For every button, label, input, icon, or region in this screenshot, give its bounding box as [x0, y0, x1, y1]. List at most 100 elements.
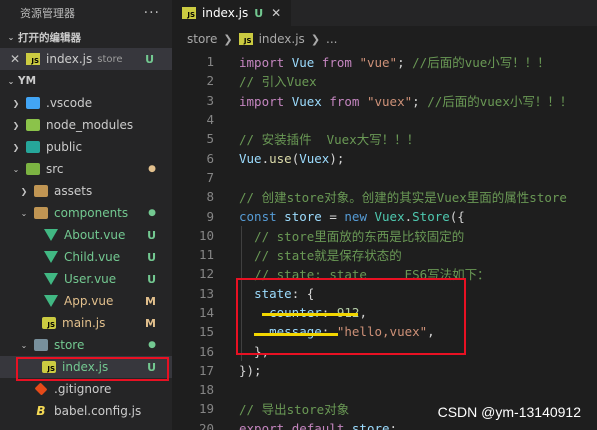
more-actions-icon[interactable]: ··· [144, 5, 160, 21]
code-line: 7 [172, 168, 597, 187]
code-token: Vue [239, 150, 262, 166]
tree-item-assets[interactable]: ❯ assets [0, 180, 172, 202]
code-token: }, [239, 343, 270, 359]
chevron-down-icon: ⌄ [12, 164, 20, 174]
code-token: // state: state ES6写法如下： [254, 267, 490, 283]
close-icon[interactable]: ✕ [271, 6, 281, 20]
chevron-right-icon: ❯ [310, 32, 321, 46]
tree-item-label: public [46, 140, 83, 154]
code-token: 912 [336, 305, 360, 320]
open-editor-filename: index.js [46, 52, 93, 66]
tree-item-user-vue[interactable]: User.vue U [0, 268, 172, 290]
line-number: 8 [206, 189, 214, 205]
breadcrumb-folder[interactable]: store [187, 32, 217, 46]
chevron-right-icon: ❯ [12, 98, 20, 108]
tree-item-label: Child.vue [64, 250, 121, 264]
tree-item-components[interactable]: ⌄ components ● [0, 202, 172, 224]
tree-item-label: assets [54, 184, 93, 198]
breadcrumb-symbol[interactable]: ... [326, 32, 337, 46]
open-editor-path: store [97, 53, 123, 65]
code-token: import [239, 93, 285, 109]
line-text: export default store; [239, 421, 397, 430]
line-text: // state就是保存状态的 [239, 245, 402, 264]
close-icon[interactable]: ✕ [10, 52, 26, 66]
tab-index-js[interactable]: JS index.js U ✕ [172, 0, 292, 26]
breadcrumb-file[interactable]: index.js [259, 32, 305, 46]
line-text: message: "hello,vuex", [239, 324, 435, 339]
code-token: ; [397, 55, 413, 71]
tree-item-child-vue[interactable]: Child.vue U [0, 246, 172, 268]
code-token: Store [412, 208, 450, 224]
tree-item-about-vue[interactable]: About.vue U [0, 224, 172, 246]
line-text: // 导出store对象 [239, 399, 349, 418]
tree-item-label: .gitignore [54, 382, 112, 396]
code-line: 18 [172, 380, 597, 399]
line-number: 5 [206, 131, 214, 147]
line-number: 12 [198, 266, 214, 282]
code-token: export [239, 420, 285, 430]
line-number: 15 [198, 324, 214, 340]
store-folder-icon [34, 339, 48, 351]
code-token: Vuex [299, 150, 330, 166]
tree-item-main-js[interactable]: JS main.js M [0, 312, 172, 334]
tree-item-vscode[interactable]: ❯ .vscode [0, 92, 172, 114]
line-text: import Vue from "vue"; //后面的vue小写！！！ [239, 52, 550, 71]
chevron-down-icon: ⌄ [20, 340, 28, 350]
tab-label: index.js [202, 6, 249, 20]
code-area[interactable]: 1 import Vue from "vue"; //后面的vue小写！！！ 2 //… [172, 52, 597, 430]
code-line: 20 export default store; [172, 419, 597, 430]
tree-item-label: node_modules [46, 118, 134, 132]
line-number: 11 [198, 247, 214, 263]
tree-item-store[interactable]: ⌄ store ● [0, 334, 172, 356]
workspace-label: YM [18, 75, 37, 87]
vue-file-icon [44, 251, 58, 263]
line-number: 19 [198, 401, 214, 417]
line-number: 17 [198, 362, 214, 378]
tree-item-public[interactable]: ❯ public [0, 136, 172, 158]
line-number: 16 [198, 343, 214, 359]
code-line: 16 }, [172, 341, 597, 360]
code-line: 1 import Vue from "vue"; //后面的vue小写！！！ [172, 52, 597, 71]
code-token: new [344, 208, 367, 224]
code-line: 4 [172, 110, 597, 129]
open-editor-item[interactable]: ✕ JS index.js store U [0, 48, 172, 70]
line-number: 4 [206, 112, 214, 128]
code-token: Vue [291, 55, 315, 71]
code-token: "vuex" [366, 93, 413, 109]
code-token: state [254, 285, 292, 301]
js-file-icon: JS [238, 33, 253, 45]
line-text: Vue.use(Vuex); [239, 151, 344, 166]
explorer-title: 资源管理器 [20, 7, 75, 20]
tree-item-label: components [54, 206, 129, 220]
workspace-header[interactable]: ⌄ YM [0, 70, 172, 92]
line-number: 7 [206, 169, 214, 185]
tree-item-store-index-js[interactable]: JS index.js U [0, 356, 172, 378]
tree-item-node-modules[interactable]: ❯ node_modules [0, 114, 172, 136]
tree-item-app-vue[interactable]: App.vue M [0, 290, 172, 312]
code-token: Vuex [291, 93, 322, 109]
code-line: 5 // 安装插件 Vuex大写！！！ [172, 129, 597, 148]
code-token: // 安装插件 Vuex大写！！！ [239, 132, 420, 148]
tab-bar: JS index.js U ✕ [172, 0, 597, 26]
tree-item-babel-config[interactable]: B babel.config.js [0, 400, 172, 422]
line-text: const store = new Vuex.Store({ [239, 209, 465, 224]
tree-item-label: src [46, 162, 64, 176]
tree-item-gitignore[interactable]: .gitignore [0, 378, 172, 400]
public-folder-icon [26, 141, 40, 153]
line-number: 20 [198, 420, 214, 430]
tree-item-label: .vscode [46, 96, 93, 110]
tree-item-src[interactable]: ⌄ src ● [0, 158, 172, 180]
assets-folder-icon [34, 185, 48, 197]
vscode-folder-icon [26, 97, 40, 109]
line-text: }); [239, 363, 262, 378]
line-text: }, [239, 344, 269, 359]
tree-item-label: index.js [62, 360, 109, 374]
code-line: 10 // store里面放的东西是比较固定的 [172, 226, 597, 245]
code-token: . [404, 208, 413, 224]
open-editors-header[interactable]: ⌄ 打开的编辑器 [0, 26, 172, 48]
